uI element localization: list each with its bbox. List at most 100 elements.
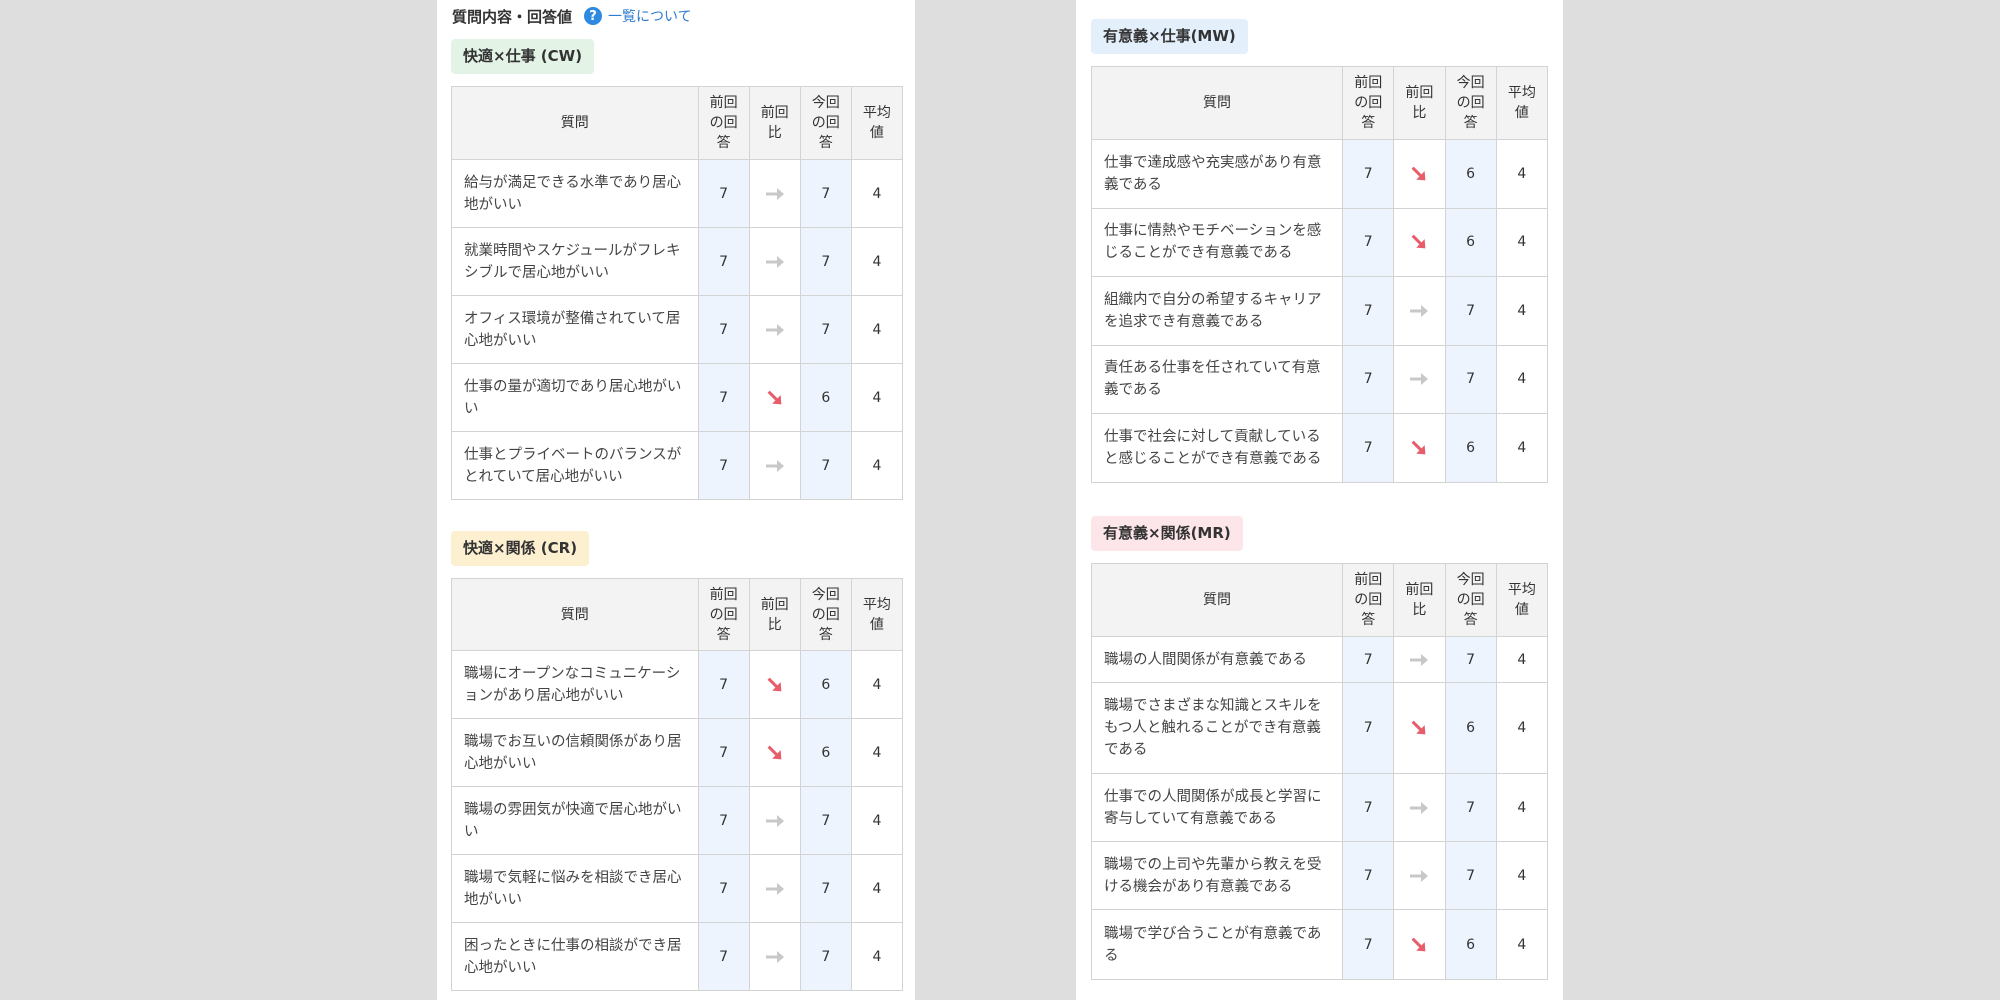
page-header: 質問内容・回答値 ? 一覧について [452,4,692,28]
current-answer-value: 6 [799,718,852,787]
prev-answer-value: 7 [1342,139,1395,209]
table-row: 職場の人間関係が有意義である 7 7 4 [1090,636,1549,683]
question-text: 職場の雰囲気が快適で居心地がいい [451,786,699,855]
table-row: 仕事に情熱やモチベーションを感じることができ有意義である 7 6 4 [1090,207,1549,277]
trend-cell [748,854,801,923]
trend-cell [748,650,801,719]
average-value: 4 [850,650,904,719]
current-answer-value: 7 [1444,773,1497,842]
average-value: 4 [1495,773,1549,842]
col-header-prev-diff: 前回比 [1393,563,1446,637]
current-answer-value: 6 [1444,413,1497,483]
average-value: 4 [850,295,904,364]
average-value: 4 [1495,344,1549,414]
current-answer-value: 7 [799,227,852,296]
table-row: 就業時間やスケジュールがフレキシブルで居心地がいい 7 7 4 [451,227,904,296]
prev-answer-value: 7 [1342,276,1395,346]
col-header-question: 質問 [1090,66,1344,140]
col-header-question: 質問 [1090,563,1344,637]
col-header-prev-answer: 前回の回答 [697,578,750,651]
current-answer-value: 7 [799,295,852,364]
trend-cell [1393,909,1446,980]
question-text: 職場にオープンなコミュニケーションがあり居心地がいい [451,650,699,719]
about-link[interactable]: 一覧について [608,6,692,26]
trend-cell [748,786,801,855]
arrow-right-icon [1407,299,1431,323]
arrow-right-icon [763,182,787,206]
col-header-prev-answer: 前回の回答 [697,86,750,160]
trend-cell [748,159,801,228]
trend-cell [1393,344,1446,414]
col-header-question: 質問 [451,578,699,651]
question-text: 責任ある仕事を任されていて有意義である [1090,344,1344,414]
col-header-average: 平均値 [1495,563,1549,637]
average-value: 4 [1495,841,1549,910]
arrow-down-right-icon [1407,436,1431,460]
arrow-down-right-icon [1407,716,1431,740]
question-text: 職場での上司や先輩から教えを受ける機会があり有意義である [1090,841,1344,910]
table-row: 給与が満足できる水準であり居心地がいい 7 7 4 [451,159,904,228]
question-text: 仕事で達成感や充実感があり有意義である [1090,139,1344,209]
question-text: 組織内で自分の希望するキャリアを追求でき有意義である [1090,276,1344,346]
question-text: 困ったときに仕事の相談ができ居心地がいい [451,922,699,991]
table-row: 仕事の量が適切であり居心地がいい 7 6 4 [451,363,904,432]
trend-cell [1393,773,1446,842]
col-header-current-answer: 今回の回答 [799,86,852,160]
current-answer-value: 7 [1444,344,1497,414]
arrow-right-icon [1407,367,1431,391]
question-table-cw: 質問 前回の回答 前回比 今回の回答 平均値 給与が満足できる水準であり居心地がいい 7 7 4… [451,86,904,500]
category-badge-mr: 有意義×関係(MR) [1091,516,1243,551]
average-value: 4 [850,363,904,432]
current-answer-value: 7 [1444,276,1497,346]
trend-cell [748,922,801,991]
average-value: 4 [1495,909,1549,980]
arrow-right-icon [1407,796,1431,820]
trend-cell [1393,139,1446,209]
col-header-average: 平均値 [1495,66,1549,140]
table-row: 職場でさまざまな知識とスキルをもつ人と触れることができ有意義である 7 6 4 [1090,682,1549,774]
question-table-cr: 質問 前回の回答 前回比 今回の回答 平均値 職場にオープンなコミュニケーションがあり居心… [451,578,904,991]
category-badge-cw: 快適×仕事 (CW) [451,39,595,74]
current-answer-value: 6 [1444,139,1497,209]
prev-answer-value: 7 [1342,636,1395,683]
table-row: 仕事での人間関係が成長と学習に寄与していて有意義である 7 7 4 [1090,773,1549,842]
category-badge-mw: 有意義×仕事(MW) [1091,19,1248,54]
trend-cell [1393,682,1446,774]
col-header-prev-answer: 前回の回答 [1342,66,1395,140]
prev-answer-value: 7 [697,295,750,364]
table-row: 組織内で自分の希望するキャリアを追求でき有意義である 7 7 4 [1090,276,1549,346]
prev-answer-value: 7 [697,650,750,719]
prev-answer-value: 7 [1342,344,1395,414]
table-header-row: 質問 前回の回答 前回比 今回の回答 平均値 [1090,66,1549,140]
average-value: 4 [850,854,904,923]
prev-answer-value: 7 [697,922,750,991]
question-text: 職場の人間関係が有意義である [1090,636,1344,683]
prev-answer-value: 7 [1342,909,1395,980]
col-header-prev-answer: 前回の回答 [1342,563,1395,637]
question-text: 就業時間やスケジュールがフレキシブルで居心地がいい [451,227,699,296]
arrow-down-right-icon [763,673,787,697]
average-value: 4 [1495,413,1549,483]
col-header-current-answer: 今回の回答 [1444,66,1497,140]
arrow-down-right-icon [1407,933,1431,957]
current-answer-value: 6 [1444,207,1497,277]
prev-answer-value: 7 [1342,773,1395,842]
table-header-row: 質問 前回の回答 前回比 今回の回答 平均値 [451,86,904,160]
arrow-right-icon [763,454,787,478]
table-header-row: 質問 前回の回答 前回比 今回の回答 平均値 [1090,563,1549,637]
current-answer-value: 6 [1444,909,1497,980]
average-value: 4 [850,922,904,991]
col-header-current-answer: 今回の回答 [799,578,852,651]
arrow-down-right-icon [1407,162,1431,186]
question-text: 職場でお互いの信頼関係があり居心地がいい [451,718,699,787]
table-row: 責任ある仕事を任されていて有意義である 7 7 4 [1090,344,1549,414]
question-text: オフィス環境が整備されていて居心地がいい [451,295,699,364]
question-text: 仕事に情熱やモチベーションを感じることができ有意義である [1090,207,1344,277]
trend-cell [748,718,801,787]
average-value: 4 [1495,207,1549,277]
help-icon[interactable]: ? [584,7,603,25]
table-row: 困ったときに仕事の相談ができ居心地がいい 7 7 4 [451,922,904,991]
trend-cell [748,295,801,364]
table-row: 職場でお互いの信頼関係があり居心地がいい 7 6 4 [451,718,904,787]
arrow-right-icon [763,877,787,901]
